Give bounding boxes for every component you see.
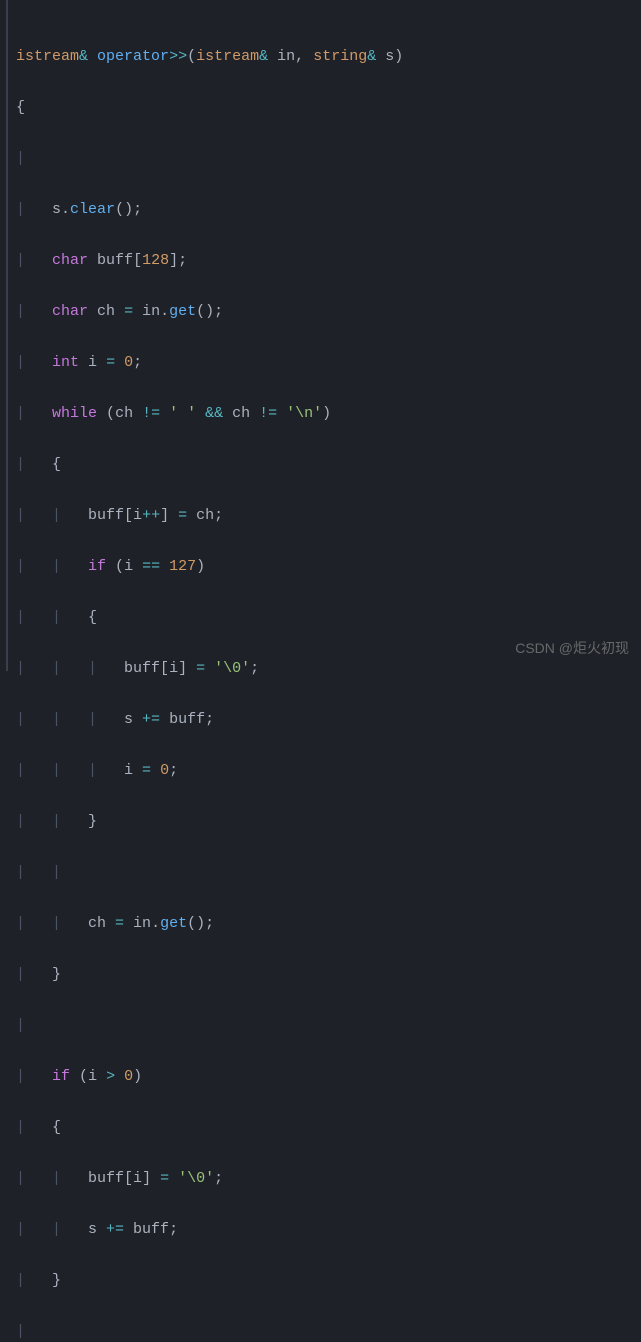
code-line: | | buff[i] = '\0';	[16, 1166, 641, 1192]
code-line: istream& operator>>(istream& in, string&…	[16, 44, 641, 70]
code-line: | |	[16, 860, 641, 886]
code-line: | | | i = 0;	[16, 758, 641, 784]
code-line: | char buff[128];	[16, 248, 641, 274]
code-line: | }	[16, 962, 641, 988]
code-line: | | ch = in.get();	[16, 911, 641, 937]
code-editor: istream& operator>>(istream& in, string&…	[0, 0, 641, 1342]
code-line: | | | s += buff;	[16, 707, 641, 733]
code-line: | {	[16, 1115, 641, 1141]
code-line: | | buff[i++] = ch;	[16, 503, 641, 529]
code-line: | | s += buff;	[16, 1217, 641, 1243]
code-line: |	[16, 146, 641, 172]
code-line: | | {	[16, 605, 641, 631]
code-line: | | }	[16, 809, 641, 835]
code-line: | char ch = in.get();	[16, 299, 641, 325]
code-line: | int i = 0;	[16, 350, 641, 376]
code-line: |	[16, 1319, 641, 1342]
code-line: {	[16, 95, 641, 121]
code-line: | | if (i == 127)	[16, 554, 641, 580]
code-line: |	[16, 1013, 641, 1039]
code-line: | s.clear();	[16, 197, 641, 223]
watermark: CSDN @炬火初现	[515, 637, 629, 661]
code-line: | {	[16, 452, 641, 478]
code-line: | while (ch != ' ' && ch != '\n')	[16, 401, 641, 427]
code-line: | }	[16, 1268, 641, 1294]
code-line: | if (i > 0)	[16, 1064, 641, 1090]
